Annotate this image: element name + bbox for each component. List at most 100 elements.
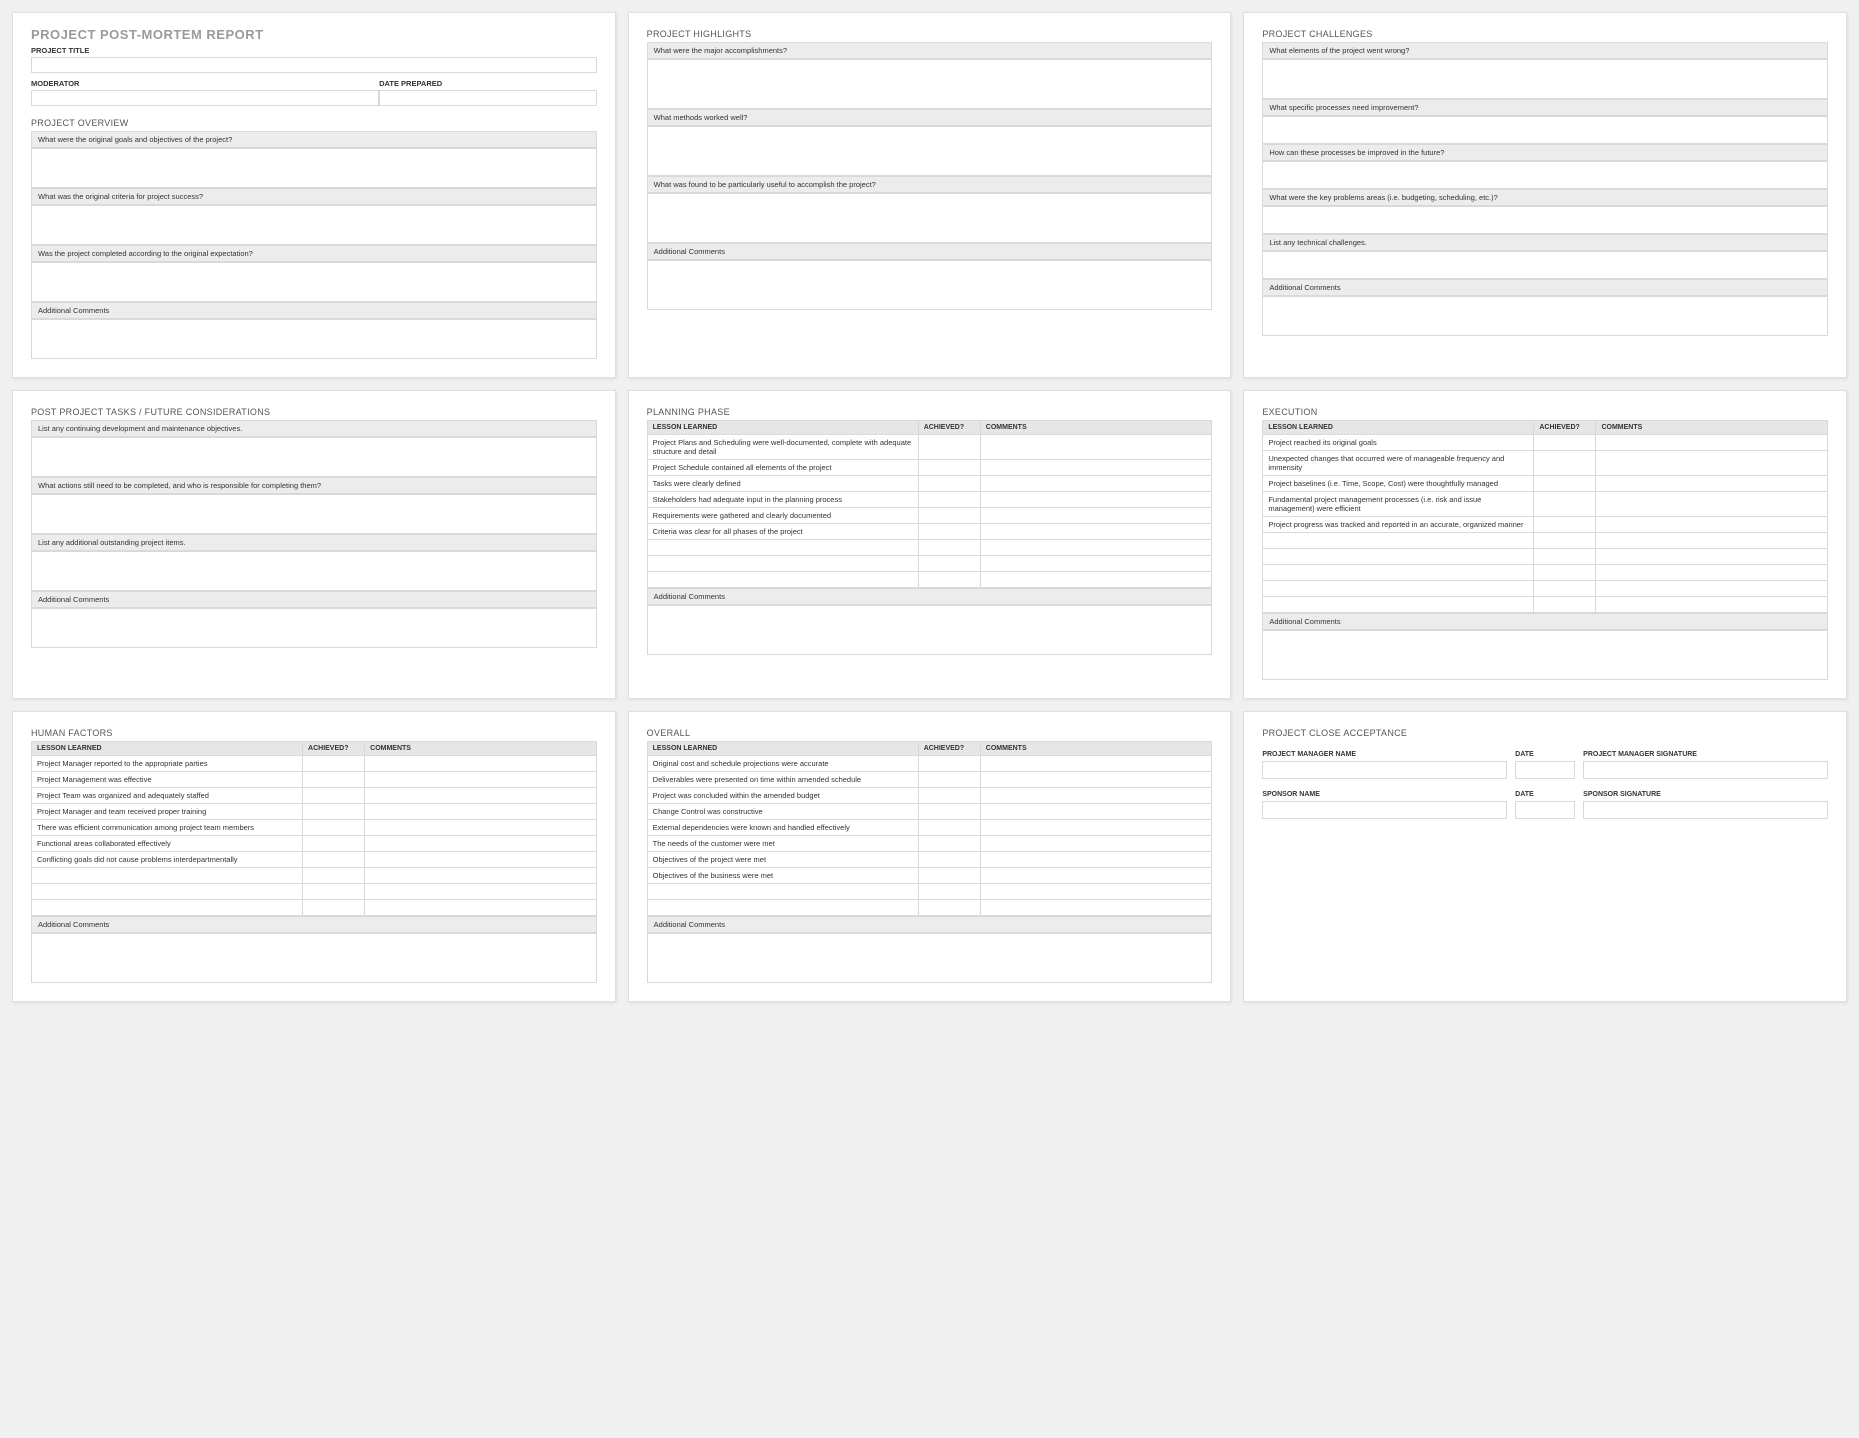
cell-comments[interactable] bbox=[1596, 476, 1828, 492]
cell-achieved[interactable] bbox=[918, 460, 980, 476]
cell-comments[interactable] bbox=[1596, 517, 1828, 533]
cell-comments[interactable] bbox=[980, 492, 1212, 508]
cell-achieved[interactable] bbox=[1534, 517, 1596, 533]
input-human-comments[interactable] bbox=[31, 933, 597, 983]
cell-achieved[interactable] bbox=[1534, 451, 1596, 476]
input-future-2[interactable] bbox=[31, 494, 597, 534]
cell-comments[interactable] bbox=[1596, 533, 1828, 549]
cell-achieved[interactable] bbox=[918, 476, 980, 492]
cell-achieved[interactable] bbox=[303, 788, 365, 804]
input-overview-2[interactable] bbox=[31, 205, 597, 245]
cell-comments[interactable] bbox=[980, 476, 1212, 492]
cell-achieved[interactable] bbox=[918, 868, 980, 884]
cell-achieved[interactable] bbox=[303, 772, 365, 788]
cell-comments[interactable] bbox=[980, 900, 1212, 916]
cell-achieved[interactable] bbox=[918, 540, 980, 556]
input-challenges-1[interactable] bbox=[1262, 59, 1828, 99]
cell-comments[interactable] bbox=[980, 540, 1212, 556]
cell-achieved[interactable] bbox=[918, 572, 980, 588]
input-challenges-3[interactable] bbox=[1262, 161, 1828, 189]
cell-achieved[interactable] bbox=[303, 756, 365, 772]
cell-achieved[interactable] bbox=[918, 772, 980, 788]
cell-achieved[interactable] bbox=[1534, 549, 1596, 565]
cell-achieved[interactable] bbox=[303, 884, 365, 900]
cell-achieved[interactable] bbox=[918, 820, 980, 836]
cell-achieved[interactable] bbox=[918, 788, 980, 804]
cell-comments[interactable] bbox=[980, 524, 1212, 540]
cell-achieved[interactable] bbox=[303, 868, 365, 884]
input-pm-date[interactable] bbox=[1515, 761, 1575, 779]
cell-comments[interactable] bbox=[365, 836, 597, 852]
cell-achieved[interactable] bbox=[918, 435, 980, 460]
input-planning-comments[interactable] bbox=[647, 605, 1213, 655]
input-overview-1[interactable] bbox=[31, 148, 597, 188]
cell-comments[interactable] bbox=[980, 804, 1212, 820]
input-sponsor-name[interactable] bbox=[1262, 801, 1507, 819]
input-future-comments[interactable] bbox=[31, 608, 597, 648]
input-execution-comments[interactable] bbox=[1262, 630, 1828, 680]
cell-achieved[interactable] bbox=[303, 852, 365, 868]
input-future-3[interactable] bbox=[31, 551, 597, 591]
cell-comments[interactable] bbox=[365, 884, 597, 900]
cell-comments[interactable] bbox=[980, 852, 1212, 868]
cell-comments[interactable] bbox=[365, 820, 597, 836]
input-pm-sig[interactable] bbox=[1583, 761, 1828, 779]
cell-comments[interactable] bbox=[980, 756, 1212, 772]
input-date-prepared[interactable] bbox=[379, 90, 597, 106]
cell-comments[interactable] bbox=[980, 772, 1212, 788]
input-challenges-2[interactable] bbox=[1262, 116, 1828, 144]
cell-comments[interactable] bbox=[980, 868, 1212, 884]
cell-comments[interactable] bbox=[980, 556, 1212, 572]
cell-comments[interactable] bbox=[365, 900, 597, 916]
cell-achieved[interactable] bbox=[303, 836, 365, 852]
cell-comments[interactable] bbox=[980, 572, 1212, 588]
input-sponsor-date[interactable] bbox=[1515, 801, 1575, 819]
cell-achieved[interactable] bbox=[918, 556, 980, 572]
cell-achieved[interactable] bbox=[918, 756, 980, 772]
cell-comments[interactable] bbox=[980, 460, 1212, 476]
input-highlights-comments[interactable] bbox=[647, 260, 1213, 310]
cell-achieved[interactable] bbox=[918, 508, 980, 524]
cell-achieved[interactable] bbox=[918, 836, 980, 852]
cell-comments[interactable] bbox=[980, 508, 1212, 524]
cell-comments[interactable] bbox=[1596, 549, 1828, 565]
input-highlights-1[interactable] bbox=[647, 59, 1213, 109]
cell-achieved[interactable] bbox=[918, 804, 980, 820]
cell-achieved[interactable] bbox=[303, 804, 365, 820]
input-challenges-4[interactable] bbox=[1262, 206, 1828, 234]
cell-comments[interactable] bbox=[1596, 597, 1828, 613]
input-overall-comments[interactable] bbox=[647, 933, 1213, 983]
cell-achieved[interactable] bbox=[1534, 597, 1596, 613]
input-moderator[interactable] bbox=[31, 90, 379, 106]
cell-achieved[interactable] bbox=[1534, 492, 1596, 517]
cell-achieved[interactable] bbox=[1534, 476, 1596, 492]
cell-achieved[interactable] bbox=[303, 900, 365, 916]
cell-comments[interactable] bbox=[980, 836, 1212, 852]
cell-achieved[interactable] bbox=[1534, 581, 1596, 597]
cell-achieved[interactable] bbox=[918, 900, 980, 916]
input-future-1[interactable] bbox=[31, 437, 597, 477]
cell-comments[interactable] bbox=[365, 788, 597, 804]
cell-comments[interactable] bbox=[980, 435, 1212, 460]
cell-achieved[interactable] bbox=[918, 852, 980, 868]
cell-achieved[interactable] bbox=[918, 884, 980, 900]
cell-achieved[interactable] bbox=[1534, 565, 1596, 581]
cell-comments[interactable] bbox=[980, 820, 1212, 836]
cell-comments[interactable] bbox=[1596, 581, 1828, 597]
cell-comments[interactable] bbox=[365, 804, 597, 820]
cell-comments[interactable] bbox=[365, 868, 597, 884]
input-project-title[interactable] bbox=[31, 57, 597, 73]
cell-comments[interactable] bbox=[980, 884, 1212, 900]
cell-achieved[interactable] bbox=[1534, 533, 1596, 549]
cell-achieved[interactable] bbox=[1534, 435, 1596, 451]
input-overview-comments[interactable] bbox=[31, 319, 597, 359]
cell-achieved[interactable] bbox=[918, 492, 980, 508]
input-challenges-5[interactable] bbox=[1262, 251, 1828, 279]
input-challenges-comments[interactable] bbox=[1262, 296, 1828, 336]
cell-achieved[interactable] bbox=[918, 524, 980, 540]
cell-comments[interactable] bbox=[980, 788, 1212, 804]
cell-comments[interactable] bbox=[365, 756, 597, 772]
input-highlights-2[interactable] bbox=[647, 126, 1213, 176]
input-overview-3[interactable] bbox=[31, 262, 597, 302]
cell-comments[interactable] bbox=[365, 852, 597, 868]
